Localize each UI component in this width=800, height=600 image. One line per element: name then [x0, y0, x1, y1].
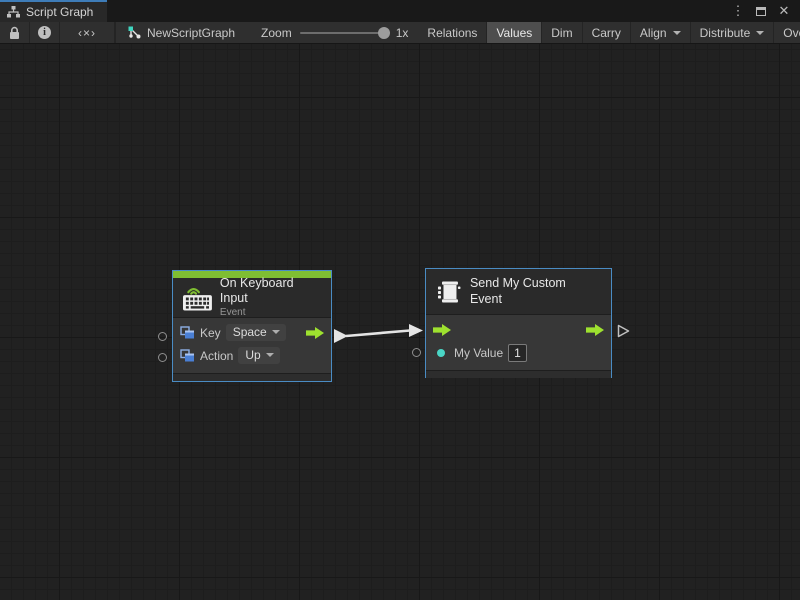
- tab-bar: Script Graph ⋮ ✕: [0, 0, 800, 22]
- window-controls: ⋮ ✕: [730, 0, 800, 22]
- toolbar-button-align[interactable]: Align: [631, 22, 691, 43]
- node-body: Key Space: [173, 318, 331, 373]
- carry-label: Carry: [592, 26, 621, 40]
- code-preview-button[interactable]: ‹×›: [60, 22, 115, 43]
- graph-canvas[interactable]: On Keyboard Input Event Key Space: [0, 44, 800, 600]
- port-row-key: Key Space: [173, 321, 331, 344]
- graph-hierarchy-icon: [7, 6, 20, 18]
- output-port-triangle[interactable]: [617, 324, 630, 338]
- zoom-slider-handle[interactable]: [378, 27, 390, 39]
- node-footer: [426, 370, 611, 378]
- maximize-glyph: [756, 7, 766, 16]
- input-port-key-circle[interactable]: [158, 332, 167, 341]
- port-row-action: Action Up: [173, 344, 331, 367]
- overview-label: Overview: [783, 26, 800, 40]
- action-dropdown-value: Up: [245, 348, 260, 362]
- info-icon: i: [38, 26, 51, 39]
- zoom-value: 1x: [396, 26, 409, 40]
- graph-name-button[interactable]: NewScriptGraph: [116, 22, 247, 43]
- node-on-keyboard-input[interactable]: On Keyboard Input Event Key Space: [172, 270, 332, 382]
- distribute-label: Distribute: [700, 26, 751, 40]
- relations-label: Relations: [427, 26, 477, 40]
- tab-bar-empty: [107, 0, 730, 22]
- menu-icon[interactable]: ⋮: [730, 3, 746, 19]
- toolbar-button-overview[interactable]: Overview: [774, 22, 800, 43]
- enum-icon: [180, 326, 195, 339]
- graph-name-label: NewScriptGraph: [147, 26, 235, 40]
- node-titles: On Keyboard Input Event: [220, 276, 321, 320]
- node-title: Send My Custom Event: [470, 276, 601, 307]
- port-label-key: Key: [200, 326, 221, 340]
- zoom-control: Zoom 1x: [247, 22, 418, 43]
- node-titles: Send My Custom Event: [470, 276, 601, 307]
- tab-title: Script Graph: [26, 5, 93, 19]
- lock-icon: [8, 26, 21, 40]
- chevron-down-icon: [756, 31, 764, 35]
- chevron-down-icon: [272, 330, 280, 334]
- trigger-output-port[interactable]: [586, 324, 604, 336]
- zoom-label: Zoom: [261, 26, 292, 40]
- trigger-output-port[interactable]: [306, 327, 324, 339]
- lock-button[interactable]: [0, 22, 30, 43]
- flow-arrow-icon: [433, 324, 451, 336]
- input-port-action-circle[interactable]: [158, 353, 167, 362]
- align-label: Align: [640, 26, 667, 40]
- code-icon: ‹×›: [78, 26, 96, 40]
- flow-arrow-icon: [586, 324, 604, 336]
- enum-icon: [180, 349, 195, 362]
- flow-arrow-icon: [306, 327, 324, 339]
- node-header[interactable]: Send My Custom Event: [426, 269, 611, 315]
- toolbar-button-dim[interactable]: Dim: [542, 22, 582, 43]
- graph-toolbar: i ‹×› NewScriptGraph Zoom 1x Relations: [0, 22, 800, 44]
- port-label-my-value: My Value: [454, 346, 503, 360]
- keyboard-icon: [183, 284, 212, 311]
- dim-label: Dim: [551, 26, 572, 40]
- trigger-row: [426, 318, 611, 341]
- custom-event-icon: [436, 279, 462, 305]
- connection-keyboard-to-event: [0, 44, 800, 600]
- zoom-slider[interactable]: [300, 32, 388, 34]
- node-footer: [173, 373, 331, 381]
- trigger-input-port[interactable]: [433, 324, 451, 336]
- values-label: Values: [496, 26, 532, 40]
- node-title: On Keyboard Input: [220, 276, 321, 307]
- node-send-my-custom-event[interactable]: Send My Custom Event: [425, 268, 612, 378]
- my-value-input[interactable]: 1: [508, 344, 527, 362]
- input-port-my-value-circle[interactable]: [412, 348, 421, 357]
- chevron-down-icon: [266, 353, 274, 357]
- key-dropdown-value: Space: [233, 325, 267, 339]
- toolbar-button-distribute[interactable]: Distribute: [691, 22, 775, 43]
- info-button[interactable]: i: [30, 22, 60, 43]
- toolbar-button-carry[interactable]: Carry: [583, 22, 631, 43]
- maximize-icon[interactable]: [753, 3, 769, 19]
- close-icon[interactable]: ✕: [776, 3, 792, 19]
- node-body: My Value 1: [426, 315, 611, 370]
- value-port-dot[interactable]: [437, 349, 445, 357]
- toolbar-button-values[interactable]: Values: [487, 22, 542, 43]
- toolbar-button-relations[interactable]: Relations: [418, 22, 487, 43]
- script-graph-asset-icon: [128, 26, 141, 39]
- port-label-action: Action: [200, 349, 233, 363]
- tab-script-graph[interactable]: Script Graph: [0, 0, 107, 22]
- chevron-down-icon: [673, 31, 681, 35]
- script-graph-window: Script Graph ⋮ ✕ i ‹×›: [0, 0, 800, 600]
- node-header[interactable]: On Keyboard Input Event: [173, 278, 331, 318]
- key-dropdown[interactable]: Space: [226, 324, 286, 341]
- port-row-my-value: My Value 1: [426, 341, 611, 364]
- action-dropdown[interactable]: Up: [238, 347, 279, 364]
